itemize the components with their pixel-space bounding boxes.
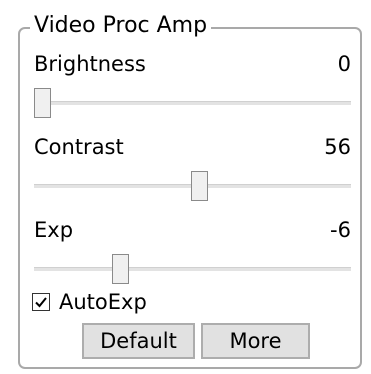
contrast-value: 56 — [324, 135, 351, 159]
video-proc-amp-panel: Video Proc Amp Brightness 0 Contrast 56 … — [0, 0, 371, 374]
brightness-slider-thumb[interactable] — [34, 88, 51, 118]
checkmark-icon — [35, 297, 47, 308]
autoexp-checkbox[interactable] — [32, 293, 50, 311]
autoexp-checkbox-row[interactable]: AutoExp — [32, 288, 147, 316]
brightness-slider-track — [34, 101, 351, 105]
exp-slider[interactable] — [34, 254, 351, 284]
exp-value: -6 — [330, 218, 351, 242]
contrast-slider-thumb[interactable] — [190, 171, 208, 201]
brightness-value: 0 — [337, 52, 351, 76]
group-title: Video Proc Amp — [30, 11, 212, 41]
exp-slider-track — [34, 267, 351, 271]
contrast-slider[interactable] — [34, 171, 351, 201]
contrast-label: Contrast — [34, 135, 124, 159]
exp-label: Exp — [34, 218, 74, 242]
brightness-slider[interactable] — [34, 88, 351, 118]
more-button[interactable]: More — [201, 323, 310, 359]
default-button[interactable]: Default — [82, 323, 195, 359]
autoexp-label: AutoExp — [59, 290, 147, 314]
brightness-label: Brightness — [34, 52, 146, 76]
exp-slider-thumb[interactable] — [112, 254, 130, 284]
